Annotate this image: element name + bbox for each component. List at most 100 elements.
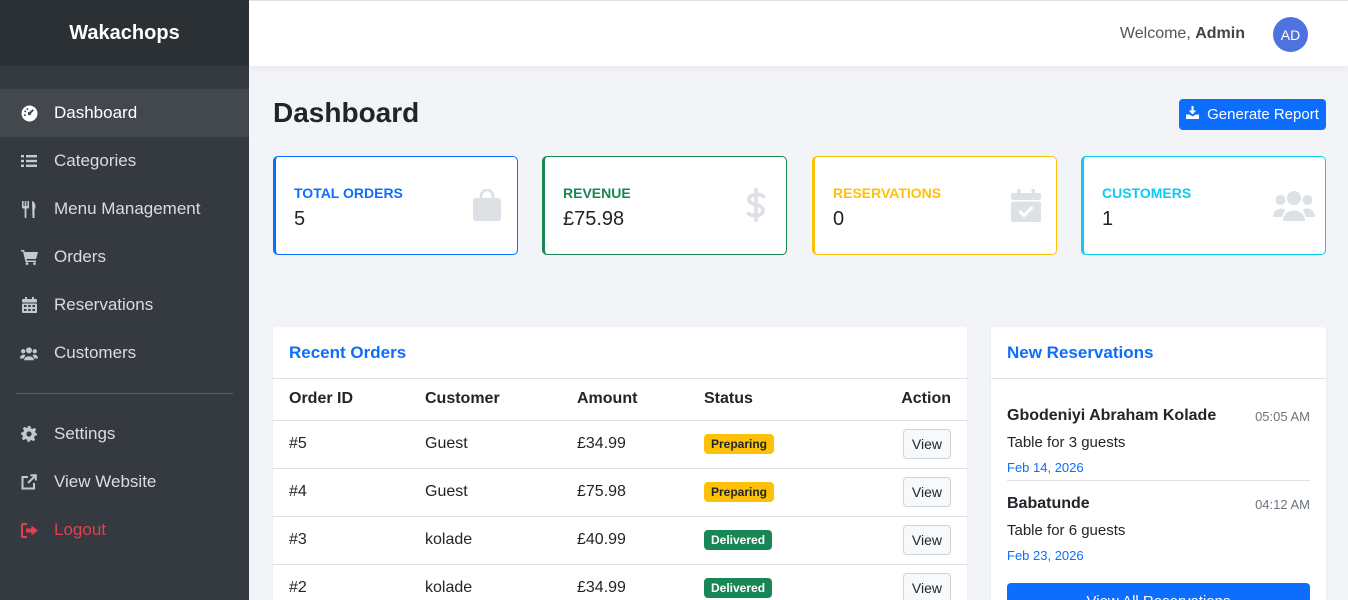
sidebar-item-customers[interactable]: Customers	[0, 329, 249, 377]
calendar-icon	[20, 296, 38, 314]
external-link-icon	[20, 473, 38, 491]
sidebar-divider	[16, 393, 233, 394]
table-row: #3 kolade £40.99 Delivered View	[273, 516, 967, 565]
customers-card: CUSTOMERS 1	[1081, 156, 1326, 255]
brand-logo[interactable]: Wakachops	[0, 0, 249, 66]
order-id: #4	[273, 468, 425, 517]
total-orders-card: TOTAL ORDERS 5	[273, 156, 518, 255]
topbar: Welcome, Admin AD	[249, 0, 1348, 66]
dollar-icon	[740, 187, 772, 223]
card-value: 0	[833, 208, 845, 230]
sidebar-item-view-website[interactable]: View Website	[0, 458, 249, 506]
page-title: Dashboard	[273, 97, 420, 128]
action-cell: View	[834, 420, 967, 469]
tachometer-icon	[20, 104, 38, 122]
table-row: #2 kolade £34.99 Delivered View	[273, 564, 967, 600]
order-amount: £34.99	[577, 564, 704, 600]
revenue-card: REVENUE £75.98	[542, 156, 787, 255]
report-button-label: Generate Report	[1207, 106, 1319, 123]
status-cell: Delivered	[704, 564, 834, 600]
order-amount: £34.99	[577, 420, 704, 469]
users-icon	[1273, 187, 1315, 223]
order-customer: Guest	[425, 420, 577, 469]
sidebar-item-label: View Website	[54, 472, 157, 491]
new-reservations-panel: New Reservations Gbodeniyi Abraham Kolad…	[991, 327, 1326, 600]
generate-report-button[interactable]: Generate Report	[1179, 99, 1326, 130]
reservation-date: Feb 23, 2026	[1007, 548, 1084, 563]
gear-icon	[20, 425, 38, 443]
avatar[interactable]: AD	[1273, 17, 1308, 52]
sidebar-item-logout[interactable]: Logout	[0, 506, 249, 554]
view-order-button[interactable]: View	[902, 573, 951, 600]
sidebar-item-label: Customers	[54, 343, 137, 362]
card-value: £75.98	[563, 208, 625, 230]
card-label: RESERVATIONS	[833, 185, 942, 201]
card-value: 5	[294, 208, 306, 230]
reservation-name: Gbodeniyi Abraham Kolade	[1007, 407, 1217, 424]
sidebar-item-reservations[interactable]: Reservations	[0, 281, 249, 329]
order-customer: kolade	[425, 516, 577, 565]
sidebar-nav: Dashboard Categories Menu Management Ord…	[0, 66, 249, 554]
view-order-button[interactable]: View	[902, 477, 951, 507]
reservations-card: RESERVATIONS 0	[812, 156, 1057, 255]
order-id: #3	[273, 516, 425, 565]
order-id: #5	[273, 420, 425, 469]
order-customer: Guest	[425, 468, 577, 517]
card-label: REVENUE	[563, 185, 631, 201]
sign-out-icon	[20, 521, 38, 539]
action-cell: View	[834, 516, 967, 565]
utensils-icon	[20, 200, 38, 218]
status-cell: Delivered	[704, 516, 834, 565]
sidebar-item-label: Categories	[54, 151, 137, 170]
sidebar-item-label: Menu Management	[54, 199, 201, 218]
column-header: Customer	[425, 379, 577, 421]
sidebar-item-label: Orders	[54, 247, 106, 266]
card-value: 1	[1102, 208, 1114, 230]
new-reservations-title: New Reservations	[991, 327, 1326, 379]
card-label: CUSTOMERS	[1102, 185, 1192, 201]
column-header: Action	[834, 379, 967, 421]
sidebar-item-categories[interactable]: Categories	[0, 137, 249, 185]
status-badge: Preparing	[704, 482, 775, 502]
table-row: #5 Guest £34.99 Preparing View	[273, 420, 967, 469]
welcome-text: Welcome, Admin	[1120, 25, 1245, 43]
recent-orders-title: Recent Orders	[273, 327, 967, 379]
reservation-time: 04:12 AM	[1255, 497, 1310, 512]
sidebar-item-settings[interactable]: Settings	[0, 410, 249, 458]
table-row: #4 Guest £75.98 Preparing View	[273, 468, 967, 517]
reservation-item[interactable]: Babatunde 04:12 AM Table for 6 guests Fe…	[1007, 480, 1310, 567]
status-badge: Preparing	[704, 434, 775, 454]
sidebar-item-dashboard[interactable]: Dashboard	[0, 89, 249, 137]
reservation-description: Table for 6 guests	[1007, 522, 1126, 539]
download-icon	[1186, 106, 1200, 123]
view-order-button[interactable]: View	[902, 429, 951, 459]
column-header: Amount	[577, 379, 704, 421]
sidebar-item-menu-management[interactable]: Menu Management	[0, 185, 249, 233]
column-header: Order ID	[273, 379, 425, 421]
view-all-reservations-button[interactable]: View All Reservations	[1007, 583, 1310, 600]
sidebar-item-orders[interactable]: Orders	[0, 233, 249, 281]
reservation-item[interactable]: Gbodeniyi Abraham Kolade 05:05 AM Table …	[1007, 393, 1310, 480]
sidebar-item-label: Logout	[54, 520, 106, 539]
action-cell: View	[834, 468, 967, 517]
calendar-check-icon	[1010, 187, 1042, 223]
order-amount: £40.99	[577, 516, 704, 565]
order-customer: kolade	[425, 564, 577, 600]
reservation-time: 05:05 AM	[1255, 409, 1310, 424]
welcome-label: Welcome,	[1119, 25, 1191, 42]
cart-icon	[20, 248, 38, 266]
order-id: #2	[273, 564, 425, 600]
sidebar-item-label: Reservations	[54, 295, 154, 314]
view-order-button[interactable]: View	[902, 525, 951, 555]
sidebar: Wakachops Dashboard Categories Menu Mana…	[0, 0, 249, 600]
order-amount: £75.98	[577, 468, 704, 517]
sidebar-item-label: Settings	[54, 424, 116, 443]
orders-table: Order ID Customer Amount Status Action #…	[273, 379, 967, 600]
reservation-name: Babatunde	[1007, 495, 1090, 512]
status-badge: Delivered	[704, 530, 773, 550]
action-cell: View	[834, 564, 967, 600]
status-cell: Preparing	[704, 420, 834, 469]
sidebar-item-label: Dashboard	[54, 103, 138, 122]
users-icon	[20, 344, 38, 362]
